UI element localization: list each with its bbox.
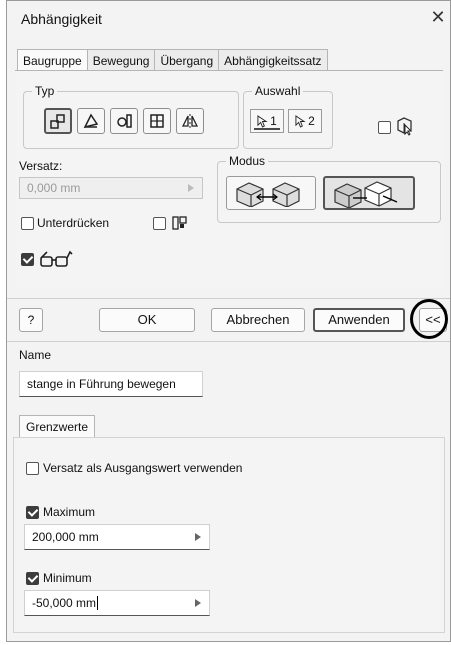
help-icon: ? — [27, 313, 35, 327]
pick-part-first-checkbox[interactable] — [378, 121, 391, 134]
select-1-label: 1 — [270, 114, 277, 128]
unterdruecken-checkbox[interactable] — [21, 217, 34, 230]
glasses-icon — [40, 250, 73, 267]
tab-abhaengigkeitssatz[interactable]: Abhängigkeitssatz — [218, 49, 328, 71]
minimum-value: -50,000 mm — [32, 596, 97, 610]
help-button[interactable]: ? — [19, 308, 43, 332]
modus-group: Modus — [217, 154, 441, 223]
tab-strip: Baugruppe Bewegung Übergang Abhängigkeit… — [17, 49, 328, 72]
maximum-label: Maximum — [43, 505, 96, 519]
tangent-constraint-icon — [117, 114, 132, 128]
select-1-underline — [254, 128, 280, 130]
mode-mate-button[interactable] — [226, 176, 316, 210]
minimum-input[interactable]: -50,000 mm — [24, 590, 210, 616]
grenzwerte-panel: Versatz als Ausgangswert verwenden Maxim… — [13, 437, 445, 633]
text-cursor — [97, 596, 99, 610]
cancel-button[interactable]: Abbrechen — [211, 308, 305, 332]
insert-constraint-icon — [150, 114, 164, 128]
tab-grenzwerte[interactable]: Grenzwerte — [19, 415, 96, 438]
mate-constraint-icon — [50, 114, 65, 129]
show-preview-checkbox[interactable] — [21, 253, 34, 266]
assembly-tab-panel: Typ Auswahl 1 2 Versatz: 0,000 mm Modus … — [15, 70, 443, 289]
mate-constraint-button[interactable] — [44, 108, 72, 134]
button-bar: ? OK Abbrechen Anwenden << — [7, 298, 450, 341]
maximum-checkbox[interactable] — [26, 506, 39, 519]
name-value: stange in Führung bewegen — [27, 377, 176, 391]
limits-toggle-checkbox[interactable] — [153, 217, 166, 230]
close-icon[interactable]: ✕ — [428, 7, 448, 28]
highlight-circle — [410, 299, 448, 339]
insert-constraint-button[interactable] — [143, 108, 171, 134]
typ-legend: Typ — [32, 84, 58, 98]
use-offset-checkbox[interactable] — [26, 462, 39, 475]
typ-group: Typ — [23, 84, 239, 149]
symmetry-constraint-icon — [181, 114, 199, 128]
constraint-dialog: Abhängigkeit ✕ Baugruppe Bewegung Überga… — [6, 0, 451, 642]
tab-bewegung[interactable]: Bewegung — [86, 49, 156, 71]
limits-icon — [172, 216, 187, 230]
versatz-input[interactable]: 0,000 mm — [19, 177, 203, 199]
minimum-arrow-icon[interactable] — [195, 599, 201, 607]
select-1-button[interactable]: 1 — [250, 109, 284, 133]
title-bar: Abhängigkeit ✕ — [7, 1, 450, 35]
name-section: Name stange in Führung bewegen — [7, 341, 450, 408]
flush-mode-icon — [334, 181, 398, 209]
versatz-label: Versatz: — [19, 159, 63, 173]
minimum-checkbox[interactable] — [26, 572, 39, 585]
tangent-constraint-button[interactable] — [110, 108, 138, 134]
mate-mode-icon — [236, 182, 300, 208]
maximum-value: 200,000 mm — [32, 530, 99, 544]
angle-constraint-icon — [83, 113, 99, 129]
symmetry-constraint-button[interactable] — [176, 108, 204, 134]
modus-legend: Modus — [226, 154, 269, 168]
minimum-label: Minimum — [43, 571, 92, 585]
unterdruecken-label: Unterdrücken — [37, 216, 110, 230]
use-offset-label: Versatz als Ausgangswert verwenden — [43, 461, 243, 475]
auswahl-group: Auswahl 1 2 — [243, 84, 333, 149]
select-2-label: 2 — [308, 114, 315, 128]
maximum-arrow-icon[interactable] — [195, 533, 201, 541]
name-label: Name — [19, 348, 52, 362]
angle-constraint-button[interactable] — [77, 108, 105, 134]
tab-baugruppe[interactable]: Baugruppe — [17, 49, 88, 72]
select-2-button[interactable]: 2 — [288, 109, 322, 133]
apply-button[interactable]: Anwenden — [313, 308, 405, 332]
auswahl-legend: Auswahl — [252, 84, 304, 98]
cursor-arrow-icon — [257, 114, 268, 128]
mode-flush-button[interactable] — [323, 176, 415, 210]
versatz-value: 0,000 mm — [27, 181, 81, 195]
tab-uebergang[interactable]: Übergang — [154, 49, 220, 71]
cursor-arrow-icon — [295, 114, 306, 128]
maximum-input[interactable]: 200,000 mm — [24, 524, 210, 550]
versatz-arrow-icon[interactable] — [188, 184, 194, 192]
window-title: Abhängigkeit — [21, 11, 102, 27]
pick-part-first-icon — [397, 117, 413, 136]
ok-button[interactable]: OK — [99, 308, 195, 332]
name-input[interactable]: stange in Führung bewegen — [19, 371, 203, 397]
